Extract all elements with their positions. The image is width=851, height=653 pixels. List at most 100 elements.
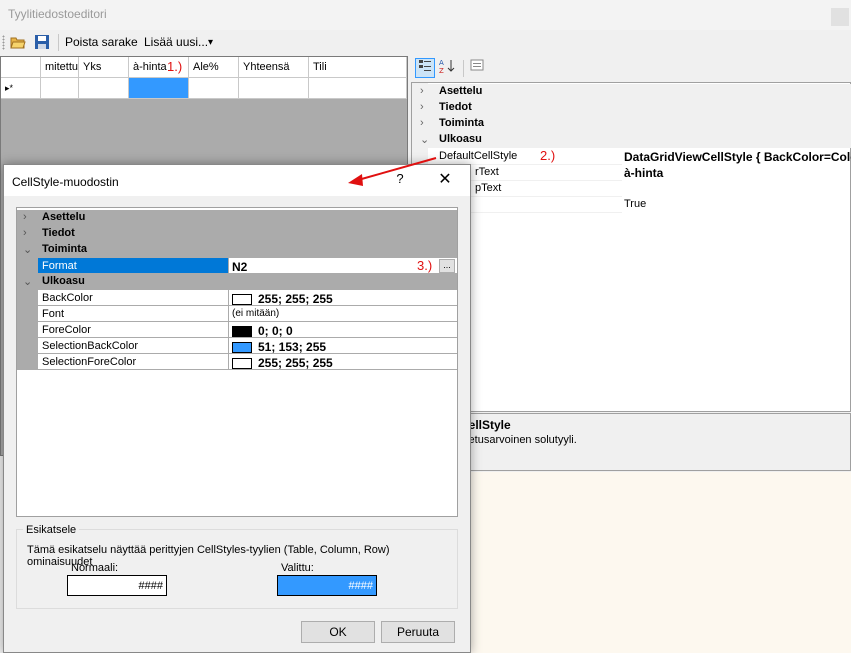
property-gutter [17, 322, 38, 338]
add-new-dropdown-icon[interactable]: ▾ [208, 37, 213, 48]
property-name: DefaultCellStyle [439, 150, 622, 165]
column-header-a-hinta[interactable]: à-hinta 1.) [129, 57, 189, 78]
dialog-title-bar[interactable]: CellStyle-muodostin ? ✕ [4, 165, 470, 196]
category-label: Tiedot [439, 101, 472, 113]
property-description-panel: CellStyle oletusarvoinen solutyyli. [411, 413, 851, 471]
category-asettelu[interactable]: › Asettelu [412, 84, 851, 100]
category-tiedot[interactable]: › Tiedot [412, 100, 851, 116]
cancel-button[interactable]: Peruuta [381, 621, 455, 643]
grid-cell[interactable] [79, 78, 129, 99]
property-tooltip-text[interactable]: pText [412, 180, 851, 197]
category-toiminta[interactable]: › Toiminta [412, 116, 851, 132]
collapse-chevron-icon[interactable]: ⌄ [23, 243, 32, 256]
property-gutter [17, 306, 38, 322]
property-value[interactable]: 51; 153; 255 [229, 338, 457, 354]
property-visible[interactable]: True [412, 196, 851, 213]
dialog-property-grid[interactable]: › Asettelu › Tiedot ⌄ Toiminta Format N2… [16, 207, 458, 517]
category-ulkoasu[interactable]: ⌄ Ulkoasu [412, 132, 851, 148]
column-header[interactable]: Yks [79, 57, 129, 78]
main-window-title: Tyylitiedostoeditori [8, 7, 107, 21]
dialog-close-button[interactable]: ✕ [432, 169, 458, 191]
property-selection-back-color[interactable]: SelectionBackColor 51; 153; 255 [17, 338, 457, 354]
column-header-label: à-hinta [133, 61, 167, 73]
grid-new-row[interactable]: ▸* [1, 78, 407, 99]
property-font[interactable]: Font (ei mitään) [17, 306, 457, 322]
property-back-color[interactable]: BackColor 255; 255; 255 [17, 290, 457, 306]
property-grid-toolbar: AZ [411, 56, 851, 82]
property-gutter [17, 354, 38, 370]
property-name: SelectionBackColor [38, 338, 229, 354]
color-swatch [232, 294, 252, 305]
toolbar-grip[interactable] [2, 35, 5, 50]
description-text: oletusarvoinen solutyyli. [460, 434, 577, 446]
remove-column-button[interactable]: Poista sarake [65, 35, 138, 49]
property-fore-color[interactable]: ForeColor 0; 0; 0 [17, 322, 457, 338]
property-gutter [17, 290, 38, 306]
column-header[interactable]: mitettu [41, 57, 79, 78]
svg-text:Z: Z [439, 67, 444, 74]
grid-cell-selected[interactable] [129, 78, 189, 99]
column-header[interactable]: Ale% [189, 57, 239, 78]
color-value: 51; 153; 255 [258, 340, 327, 354]
category-tiedot[interactable]: › Tiedot [17, 226, 457, 242]
open-folder-icon[interactable] [10, 34, 26, 50]
property-value[interactable]: 255; 255; 255 [229, 354, 457, 370]
alphabetical-icon[interactable]: AZ [437, 58, 457, 78]
row-header-new[interactable]: ▸* [1, 78, 41, 99]
main-close-button[interactable] [831, 8, 849, 26]
normal-preview-cell: #### [67, 575, 167, 596]
help-button[interactable]: ? [390, 171, 410, 191]
column-header[interactable]: Yhteensä [239, 57, 309, 78]
format-ellipsis-button[interactable]: ... [439, 259, 455, 273]
ok-button[interactable]: OK [301, 621, 375, 643]
category-toiminta[interactable]: ⌄ Toiminta [17, 242, 457, 258]
expand-chevron-icon[interactable]: › [420, 85, 424, 97]
property-grid[interactable]: › Asettelu › Tiedot › Toiminta ⌄ Ulkoasu… [411, 82, 851, 412]
add-new-button[interactable]: Lisää uusi... [144, 35, 208, 49]
property-value[interactable]: 255; 255; 255 [229, 290, 457, 306]
category-label: Toiminta [42, 243, 88, 255]
expand-chevron-icon[interactable]: › [23, 211, 27, 223]
expand-chevron-icon[interactable]: › [420, 101, 424, 113]
property-pages-icon[interactable] [467, 58, 487, 78]
property-format[interactable]: Format N2 3.) ... [17, 258, 457, 274]
expand-chevron-icon[interactable]: › [420, 117, 424, 129]
property-header-text[interactable]: rText à-hinta [412, 164, 851, 181]
color-swatch [232, 358, 252, 369]
main-toolbar: Poista sarake Lisää uusi... ▾ [0, 30, 851, 55]
grid-cell[interactable] [309, 78, 407, 99]
selected-preview-cell: #### [277, 575, 377, 596]
property-value[interactable]: 0; 0; 0 [229, 322, 457, 338]
expand-chevron-icon[interactable]: › [23, 227, 27, 239]
category-label: Asettelu [42, 211, 86, 223]
color-value: 0; 0; 0 [258, 324, 293, 338]
dialog-title: CellStyle-muodostin [12, 175, 119, 189]
grid-cell[interactable] [239, 78, 309, 99]
categorized-icon[interactable] [415, 58, 435, 78]
collapse-chevron-icon[interactable]: ⌄ [420, 133, 429, 146]
annotation-3: 3.) [417, 258, 433, 273]
column-header[interactable]: Tili [309, 57, 407, 78]
property-default-cell-style[interactable]: DefaultCellStyle 2.) DataGridViewCellSty… [412, 148, 851, 165]
svg-text:A: A [439, 59, 444, 67]
property-value[interactable]: à-hinta [624, 166, 851, 180]
property-gutter [17, 258, 38, 274]
grid-cell[interactable] [189, 78, 239, 99]
main-title-bar: Tyylitiedostoeditori [0, 0, 851, 30]
selected-label: Valittu: [281, 562, 314, 574]
property-value[interactable]: True [624, 198, 851, 210]
collapse-chevron-icon[interactable]: ⌄ [23, 275, 32, 288]
grid-cell[interactable] [41, 78, 79, 99]
save-icon[interactable] [34, 34, 50, 50]
color-value: 255; 255; 255 [258, 292, 333, 306]
category-ulkoasu[interactable]: ⌄ Ulkoasu [17, 274, 457, 290]
annotation-2: 2.) [540, 148, 556, 163]
category-asettelu[interactable]: › Asettelu [17, 210, 457, 226]
property-value[interactable]: DataGridViewCellStyle { BackColor=Colo [624, 150, 851, 164]
category-label: Asettelu [439, 85, 483, 97]
color-value: 255; 255; 255 [258, 356, 333, 370]
property-value[interactable]: (ei mitään) [229, 306, 457, 322]
category-label: Toiminta [439, 117, 485, 129]
grid-corner-header[interactable] [1, 57, 41, 78]
property-selection-fore-color[interactable]: SelectionForeColor 255; 255; 255 [17, 354, 457, 370]
